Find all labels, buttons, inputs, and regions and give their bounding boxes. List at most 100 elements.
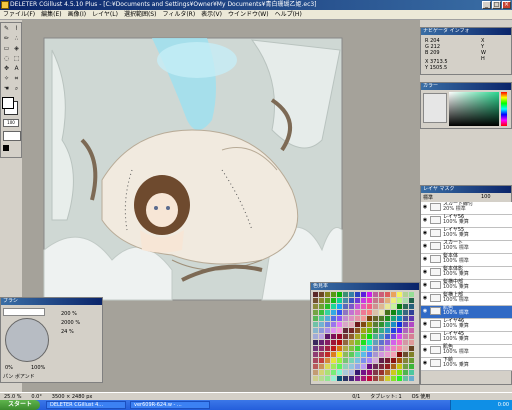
palette-swatch[interactable] [319, 370, 324, 375]
palette-swatch[interactable] [349, 370, 354, 375]
palette-swatch[interactable] [319, 328, 324, 333]
palette-swatch[interactable] [397, 310, 402, 315]
lasso-tool-icon[interactable]: ◌ [2, 55, 11, 63]
palette-swatch[interactable] [361, 376, 366, 381]
palette-swatch[interactable] [385, 340, 390, 345]
palette-swatch[interactable] [403, 346, 408, 351]
palette-swatch[interactable] [385, 334, 390, 339]
palette-swatch[interactable] [355, 352, 360, 357]
palette-swatch[interactable] [373, 328, 378, 333]
palette-swatch[interactable] [325, 316, 330, 321]
palette-swatch[interactable] [355, 334, 360, 339]
eye-icon[interactable]: ◉ [422, 217, 428, 223]
palette-swatch[interactable] [325, 358, 330, 363]
menu-image[interactable]: 画像(I) [65, 10, 89, 20]
palette-swatch[interactable] [373, 364, 378, 369]
palette-swatch[interactable] [367, 340, 372, 345]
palette-swatch[interactable] [409, 334, 414, 339]
palette-swatch[interactable] [397, 352, 402, 357]
layer-row[interactable]: ◉ 髪本体 100% 標準 [421, 254, 512, 267]
palette-swatch[interactable] [397, 322, 402, 327]
palette-swatch[interactable] [373, 346, 378, 351]
palette-swatch[interactable] [361, 346, 366, 351]
palette-swatch[interactable] [337, 298, 342, 303]
taskbar-item-ver[interactable]: ver609R-624.w - ... [130, 401, 210, 409]
palette-swatch[interactable] [331, 346, 336, 351]
palette-swatch[interactable] [343, 340, 348, 345]
palette-swatch[interactable] [349, 310, 354, 315]
palette-swatch[interactable] [403, 316, 408, 321]
start-button[interactable]: スタート [0, 400, 40, 410]
palette-swatch[interactable] [337, 334, 342, 339]
palette-swatch[interactable] [337, 322, 342, 327]
palette-swatch[interactable] [313, 310, 318, 315]
zoom-field[interactable]: 100 [3, 119, 19, 127]
palette-swatch[interactable] [397, 292, 402, 297]
palette-swatch[interactable] [325, 334, 330, 339]
palette-swatch[interactable] [397, 376, 402, 381]
palette-swatch[interactable] [367, 322, 372, 327]
palette-swatch[interactable] [325, 292, 330, 297]
palette-swatch[interactable] [349, 352, 354, 357]
palette-swatch[interactable] [379, 364, 384, 369]
palette-swatch[interactable] [337, 376, 342, 381]
palette-swatch[interactable] [361, 358, 366, 363]
palette-swatch[interactable] [337, 364, 342, 369]
palette-swatch[interactable] [343, 334, 348, 339]
zoom-tool-icon[interactable]: ⌕ [12, 85, 21, 93]
palette-swatch[interactable] [325, 370, 330, 375]
eye-icon[interactable]: ◉ [422, 308, 428, 314]
palette-swatch[interactable] [325, 310, 330, 315]
palette-swatch[interactable] [349, 304, 354, 309]
palette-swatch[interactable] [343, 316, 348, 321]
palette-swatch[interactable] [355, 310, 360, 315]
palette-swatch[interactable] [385, 370, 390, 375]
palette-swatch[interactable] [355, 292, 360, 297]
palette-swatch[interactable] [397, 364, 402, 369]
close-button[interactable]: × [502, 1, 511, 9]
layer-row[interactable]: ◉ 肌色 100% 標準 [421, 306, 512, 319]
palette-swatch[interactable] [403, 364, 408, 369]
palette-swatch[interactable] [355, 316, 360, 321]
palette-swatch[interactable] [409, 376, 414, 381]
palette-swatch[interactable] [319, 376, 324, 381]
palette-swatch[interactable] [379, 316, 384, 321]
palette-swatch[interactable] [397, 298, 402, 303]
palette-swatch[interactable] [409, 310, 414, 315]
palette-swatch[interactable] [379, 292, 384, 297]
palette-swatch[interactable] [367, 376, 372, 381]
palette-swatch[interactable] [349, 316, 354, 321]
palette-swatch[interactable] [331, 304, 336, 309]
palette-swatch[interactable] [373, 310, 378, 315]
palette-swatch[interactable] [385, 358, 390, 363]
palette-swatch[interactable] [391, 346, 396, 351]
palette-swatch[interactable] [373, 358, 378, 363]
eye-icon[interactable]: ◉ [422, 321, 428, 327]
palette-swatch[interactable] [379, 328, 384, 333]
brush-tool-icon[interactable]: ⌇ [12, 25, 21, 33]
eye-icon[interactable]: ◉ [422, 243, 428, 249]
palette-swatch[interactable] [367, 370, 372, 375]
menu-filter[interactable]: フィルタ(R) [159, 10, 198, 20]
palette-swatch[interactable] [403, 334, 408, 339]
palette-swatch[interactable] [361, 310, 366, 315]
palette-swatch[interactable] [385, 346, 390, 351]
palette-swatch[interactable] [391, 358, 396, 363]
color-slider-box[interactable] [423, 93, 447, 123]
palette-swatch[interactable] [319, 298, 324, 303]
palette-swatch[interactable] [343, 298, 348, 303]
text-tool-icon[interactable]: A [12, 65, 21, 73]
palette-swatch[interactable] [343, 370, 348, 375]
eye-icon[interactable]: ◉ [422, 256, 428, 262]
palette-swatch[interactable] [355, 358, 360, 363]
layer-row[interactable]: ◉ スカート 100% 標準 [421, 241, 512, 254]
palette-swatch[interactable] [343, 376, 348, 381]
palette-swatch[interactable] [385, 322, 390, 327]
palette-swatch[interactable] [391, 352, 396, 357]
menu-edit[interactable]: 編集(E) [38, 10, 64, 20]
palette-swatch[interactable] [397, 370, 402, 375]
palette-swatch[interactable] [391, 304, 396, 309]
palette-swatch[interactable] [391, 334, 396, 339]
palette-swatch[interactable] [385, 328, 390, 333]
palette-swatch[interactable] [373, 316, 378, 321]
